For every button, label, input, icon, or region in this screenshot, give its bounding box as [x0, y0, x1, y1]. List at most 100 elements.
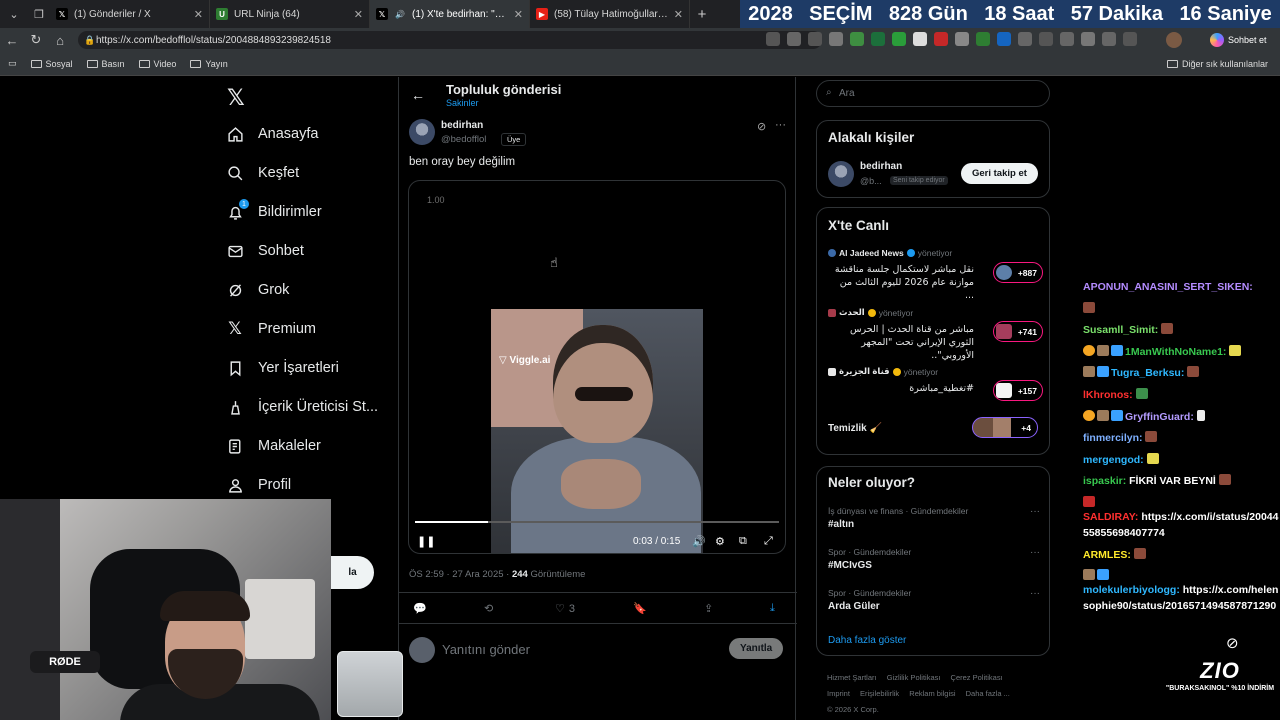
- extension-icon[interactable]: [766, 32, 780, 46]
- extension-icon[interactable]: [1060, 32, 1074, 46]
- author-name[interactable]: bedirhan: [441, 120, 483, 131]
- video-progress-bar[interactable]: [415, 521, 779, 523]
- bookmark-folder[interactable]: Basın: [86, 59, 125, 69]
- close-tab-icon[interactable]: ✕: [194, 8, 203, 21]
- author-avatar[interactable]: [409, 119, 435, 145]
- volume-icon[interactable]: 🔊: [692, 535, 706, 548]
- close-tab-icon[interactable]: ✕: [674, 8, 683, 21]
- refresh-icon[interactable]: ↻: [24, 32, 48, 48]
- close-tab-icon[interactable]: ✕: [354, 8, 363, 21]
- trend-item[interactable]: Spor · Gündemdekiler Arda Güler ···: [828, 588, 1040, 612]
- browser-tab-active[interactable]: 𝕏 🔊 (1) X'te bedirhan: "ben oray be ✕: [370, 0, 530, 28]
- footer-link[interactable]: Hizmet Şartları: [827, 673, 877, 682]
- live-item[interactable]: Al Jadeed News yönetiyor نقل مباشر لاستكم…: [828, 248, 1043, 302]
- extension-icon[interactable]: [934, 32, 948, 46]
- post-button-partial[interactable]: la: [331, 556, 374, 589]
- extension-icon[interactable]: [829, 32, 843, 46]
- nav-item-articles[interactable]: Makaleler: [226, 437, 321, 455]
- pause-icon[interactable]: ❚❚: [417, 535, 435, 548]
- browser-tab[interactable]: ▶ (58) Tülay Hatimoğulları ve Tuncer ✕: [530, 0, 690, 28]
- nav-item-profile[interactable]: Profil: [226, 476, 291, 494]
- reply-button[interactable]: Yanıtla: [729, 638, 784, 659]
- trend-item[interactable]: İş dünyası ve finans · Gündemdekiler #al…: [828, 506, 1040, 530]
- extension-icon[interactable]: [850, 32, 864, 46]
- extension-icon[interactable]: [913, 32, 927, 46]
- nav-item-creator-studio[interactable]: İçerik Üreticisi St...: [226, 398, 378, 416]
- browser-tab[interactable]: U URL Ninja (64) ✕: [210, 0, 370, 28]
- more-options-icon[interactable]: ···: [775, 119, 786, 131]
- show-more-link[interactable]: Daha fazla göster: [828, 635, 906, 646]
- fullscreen-icon[interactable]: ⤢: [764, 535, 773, 548]
- download-icon[interactable]: ⤓: [770, 602, 775, 615]
- footer-link[interactable]: Daha fazla ...: [966, 689, 1010, 698]
- speaker-icon[interactable]: 🔊: [394, 8, 406, 20]
- live-space-title[interactable]: Temizlik 🧹: [828, 423, 882, 434]
- extension-icon[interactable]: [1123, 32, 1137, 46]
- back-arrow-icon[interactable]: ←: [411, 87, 425, 103]
- live-item[interactable]: الحدث yönetiyor مباشر من قناة الحدث | الح…: [828, 307, 1043, 362]
- extension-icon[interactable]: [1039, 32, 1053, 46]
- trend-more-icon[interactable]: ···: [1030, 506, 1040, 517]
- close-tab-icon[interactable]: ✕: [514, 8, 523, 21]
- trend-more-icon[interactable]: ···: [1030, 547, 1040, 558]
- follow-back-button[interactable]: Geri takip et: [961, 163, 1038, 184]
- profile-avatar[interactable]: [1166, 32, 1182, 48]
- repost-icon[interactable]: ⟲: [484, 602, 493, 615]
- footer-link[interactable]: Çerez Politikası: [951, 673, 1003, 682]
- browser-tab[interactable]: 𝕏 (1) Gönderiler / X ✕: [50, 0, 210, 28]
- grok-explain-icon[interactable]: ⊘: [757, 120, 766, 133]
- search-input[interactable]: ⌕ Ara: [816, 80, 1050, 107]
- trend-item[interactable]: Spor · Gündemdekiler #MCIvGS ···: [828, 547, 1040, 571]
- bookmark-icon[interactable]: 🔖: [633, 602, 647, 615]
- author-handle[interactable]: @bedofflol: [441, 134, 486, 145]
- new-tab-icon[interactable]: +: [690, 6, 714, 23]
- live-space-count[interactable]: +4: [972, 417, 1038, 438]
- x-logo-icon[interactable]: 𝕏: [227, 85, 245, 111]
- reply-input[interactable]: Yanıtını gönder: [442, 642, 530, 657]
- video-player[interactable]: 1.00 ▽ Viggle.ai ❚❚ 0:03 / 0:15 🔊 ⚙ ⧉ ⤢: [408, 180, 786, 554]
- footer-link[interactable]: Erişilebilirlik: [860, 689, 899, 698]
- live-item[interactable]: قناة الجزيرة yönetiyor #تغطية_مباشرة +157: [828, 366, 1043, 401]
- extension-icon[interactable]: [1018, 32, 1032, 46]
- community-link[interactable]: Sakinler: [446, 98, 479, 108]
- home-icon[interactable]: ⌂: [48, 33, 72, 48]
- url-bar[interactable]: 🔒 https://x.com/bedofflol/status/2004884…: [78, 31, 822, 49]
- post-timestamp[interactable]: ÖS 2:59 · 27 Ara 2025 ·: [409, 569, 512, 580]
- extension-icon[interactable]: [892, 32, 906, 46]
- tab-actions-icon[interactable]: ⌄: [3, 3, 25, 25]
- picture-in-picture-icon[interactable]: ⧉: [739, 535, 747, 548]
- nav-item-home[interactable]: Anasayfa: [226, 125, 318, 143]
- other-bookmarks[interactable]: Diğer sık kullanılanlar: [1166, 59, 1268, 69]
- workspaces-icon[interactable]: ❐: [28, 3, 50, 25]
- footer-link[interactable]: Reklam bilgisi: [909, 689, 955, 698]
- bookmark-folder[interactable]: Sosyal: [30, 59, 73, 69]
- extension-icon[interactable]: [976, 32, 990, 46]
- trend-more-icon[interactable]: ···: [1030, 588, 1040, 599]
- extension-icon[interactable]: [955, 32, 969, 46]
- nav-item-bookmarks[interactable]: Yer İşaretleri: [226, 359, 339, 377]
- extension-icon[interactable]: [1102, 32, 1116, 46]
- extension-icon[interactable]: [997, 32, 1011, 46]
- related-name[interactable]: bedirhan: [860, 161, 902, 172]
- related-avatar[interactable]: [828, 161, 854, 187]
- share-icon[interactable]: ⇪: [704, 602, 713, 615]
- bookmark-folder[interactable]: Video: [138, 59, 176, 69]
- back-icon[interactable]: ←: [0, 33, 24, 48]
- footer-link[interactable]: Gizlilik Politikası: [887, 673, 941, 682]
- extension-icon[interactable]: [1081, 32, 1095, 46]
- extension-icon[interactable]: [871, 32, 885, 46]
- reading-list-icon[interactable]: ▭: [8, 58, 17, 69]
- like-button[interactable]: ♡ 3: [555, 602, 575, 616]
- extension-icon[interactable]: [787, 32, 801, 46]
- nav-item-explore[interactable]: Keşfet: [226, 164, 299, 182]
- nav-item-premium[interactable]: 𝕏 Premium: [226, 319, 316, 338]
- nav-item-grok[interactable]: Grok: [226, 281, 289, 299]
- footer-link[interactable]: Imprint: [827, 689, 850, 698]
- nav-item-chat[interactable]: Sohbet: [226, 242, 304, 260]
- playback-speed[interactable]: 1.00: [427, 195, 445, 205]
- nav-item-notifications[interactable]: 1 Bildirimler: [226, 199, 322, 221]
- reply-icon[interactable]: 💬: [413, 602, 427, 615]
- extension-icon[interactable]: [808, 32, 822, 46]
- settings-icon[interactable]: ⚙: [715, 535, 725, 548]
- copilot-button[interactable]: Sohbet et: [1210, 31, 1267, 49]
